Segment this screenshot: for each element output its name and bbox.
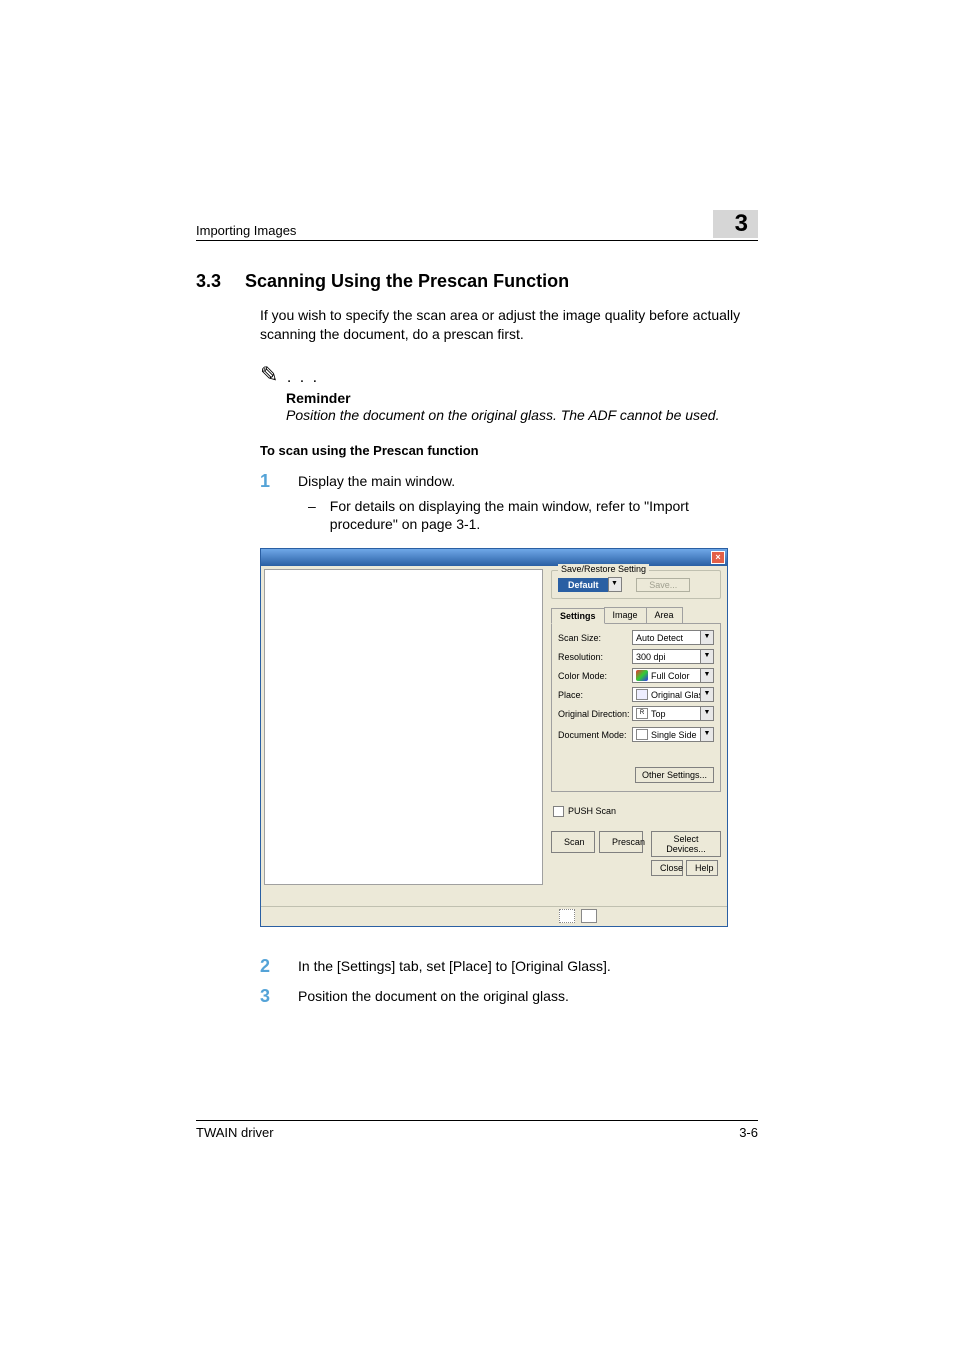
save-restore-label: Save/Restore Setting	[558, 564, 649, 574]
chevron-down-icon[interactable]: ▼	[700, 688, 713, 701]
glass-icon	[636, 689, 648, 700]
dialog-screenshot: × Save/Restore Setting Default▼ Save... …	[260, 548, 728, 927]
rotate-tool-icon[interactable]	[581, 909, 597, 923]
chapter-badge: 3	[713, 210, 758, 238]
save-preset-button[interactable]: Save...	[636, 578, 690, 592]
scan-size-label: Scan Size:	[558, 633, 632, 643]
color-mode-label: Color Mode:	[558, 671, 632, 681]
scan-size-dropdown[interactable]: Auto Detect ▼	[632, 630, 714, 645]
running-header: Importing Images 3	[196, 210, 758, 241]
running-title: Importing Images	[196, 223, 296, 238]
step-1-sub: – For details on displaying the main win…	[308, 497, 758, 535]
doc-mode-value: Single Side	[651, 730, 697, 740]
scan-size-value: Auto Detect	[636, 633, 683, 643]
step-2-text: In the [Settings] tab, set [Place] to [O…	[298, 957, 758, 977]
help-button[interactable]: Help	[686, 860, 718, 876]
default-preset-button[interactable]: Default	[558, 578, 609, 592]
chevron-down-icon[interactable]: ▼	[700, 707, 713, 720]
push-scan-label: PUSH Scan	[568, 806, 616, 816]
chevron-down-icon[interactable]: ▼	[700, 728, 713, 741]
color-mode-dropdown[interactable]: Full Color ▼	[632, 668, 714, 683]
footer-page-number: 3-6	[739, 1125, 758, 1140]
prescan-button[interactable]: Prescan	[599, 831, 643, 853]
doc-mode-label: Document Mode:	[558, 730, 632, 740]
preview-area[interactable]	[264, 569, 543, 885]
scan-button[interactable]: Scan	[551, 831, 595, 853]
section-number: 3.3	[196, 271, 221, 292]
page-footer: TWAIN driver 3-6	[196, 1120, 758, 1140]
dialog-titlebar[interactable]: ×	[261, 549, 727, 566]
orig-dir-label: Original Direction:	[558, 709, 632, 719]
settings-tabpanel: Scan Size: Auto Detect ▼ Resolution: 300…	[551, 624, 721, 792]
section-intro: If you wish to specify the scan area or …	[260, 306, 758, 344]
orig-dir-value: Top	[651, 709, 666, 719]
chevron-down-icon[interactable]: ▼	[700, 669, 713, 682]
place-dropdown[interactable]: Original Glass ▼	[632, 687, 714, 702]
dialog-statusbar	[261, 906, 727, 926]
reminder-block: ✎ . . . Reminder Position the document o…	[260, 362, 758, 425]
reminder-icon: ✎ . . .	[260, 362, 758, 388]
color-mode-value: Full Color	[651, 671, 690, 681]
chevron-down-icon[interactable]: ▼	[608, 577, 622, 592]
place-label: Place:	[558, 690, 632, 700]
tab-image[interactable]: Image	[604, 607, 647, 623]
tab-area[interactable]: Area	[646, 607, 683, 623]
step-1: 1 Display the main window. – For details…	[260, 472, 758, 535]
orig-dir-dropdown[interactable]: R Top ▼	[632, 706, 714, 721]
step-number: 1	[260, 472, 278, 535]
section-heading: 3.3 Scanning Using the Prescan Function	[196, 271, 758, 292]
doc-mode-dropdown[interactable]: Single Side ▼	[632, 727, 714, 742]
chevron-down-icon[interactable]: ▼	[700, 650, 713, 663]
step-number: 3	[260, 987, 278, 1007]
page-icon	[636, 729, 648, 740]
step-number: 2	[260, 957, 278, 977]
close-icon[interactable]: ×	[711, 551, 725, 564]
resolution-value: 300 dpi	[636, 652, 666, 662]
step-2: 2 In the [Settings] tab, set [Place] to …	[260, 957, 758, 977]
tab-strip: Settings Image Area	[551, 607, 721, 624]
step-1-text: Display the main window.	[298, 473, 455, 489]
color-swatch-icon	[636, 670, 648, 681]
step-3-text: Position the document on the original gl…	[298, 987, 758, 1007]
tab-settings[interactable]: Settings	[551, 608, 605, 624]
section-title: Scanning Using the Prescan Function	[245, 271, 569, 292]
chapter-number: 3	[713, 210, 758, 238]
close-button[interactable]: Close	[651, 860, 683, 876]
footer-left: TWAIN driver	[196, 1125, 274, 1140]
dash: –	[308, 497, 316, 535]
orientation-icon: R	[636, 708, 648, 719]
other-settings-button[interactable]: Other Settings...	[635, 767, 714, 783]
reminder-text: Position the document on the original gl…	[286, 406, 758, 425]
procedure-title: To scan using the Prescan function	[260, 443, 758, 458]
reminder-label: Reminder	[286, 390, 758, 406]
step-1-sub-text: For details on displaying the main windo…	[330, 497, 758, 535]
selection-tool-icon[interactable]	[559, 909, 575, 923]
resolution-dropdown[interactable]: 300 dpi ▼	[632, 649, 714, 664]
push-scan-checkbox[interactable]: PUSH Scan	[553, 806, 721, 817]
step-3: 3 Position the document on the original …	[260, 987, 758, 1007]
chevron-down-icon[interactable]: ▼	[700, 631, 713, 644]
save-restore-group: Save/Restore Setting Default▼ Save...	[551, 570, 721, 599]
resolution-label: Resolution:	[558, 652, 632, 662]
select-devices-button[interactable]: Select Devices...	[651, 831, 721, 857]
checkbox-icon[interactable]	[553, 806, 564, 817]
